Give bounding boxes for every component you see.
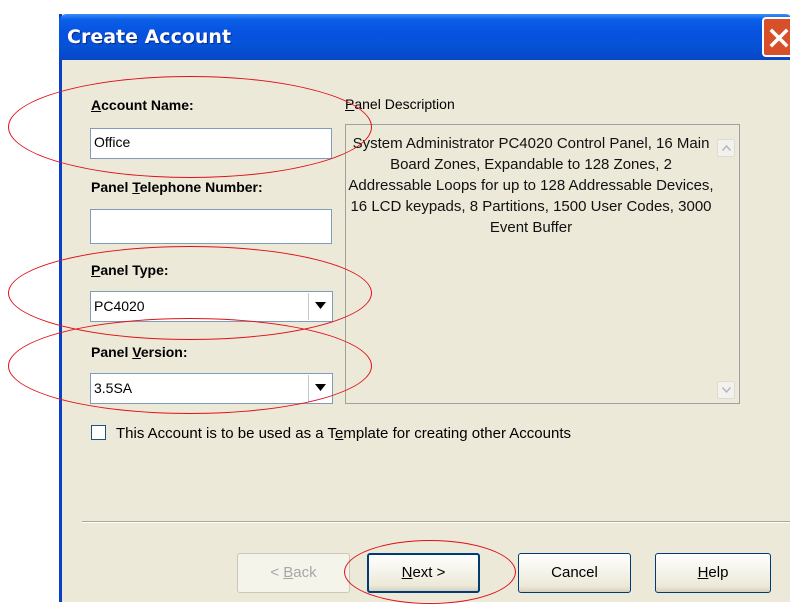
template-checkbox[interactable] bbox=[91, 425, 106, 440]
template-checkbox-label[interactable]: This Account is to be used as a Template… bbox=[116, 425, 571, 442]
phone-label: Panel Telephone Number: bbox=[91, 179, 263, 195]
cancel-button[interactable]: Cancel bbox=[518, 553, 631, 593]
panel-version-select[interactable]: 3.5SA bbox=[90, 373, 333, 404]
next-button[interactable]: Next > bbox=[367, 553, 480, 593]
account-name-input[interactable]: Office bbox=[90, 128, 332, 159]
panel-description-label: Panel Description bbox=[345, 96, 455, 112]
panel-version-dropdown-button[interactable] bbox=[308, 375, 331, 402]
panel-description-box[interactable]: System Administrator PC4020 Control Pane… bbox=[345, 124, 740, 404]
window-title: Create Account bbox=[67, 26, 232, 48]
panel-type-value: PC4020 bbox=[94, 298, 145, 314]
panel-type-dropdown-button[interactable] bbox=[308, 293, 331, 320]
panel-description-text: System Administrator PC4020 Control Pane… bbox=[348, 135, 714, 236]
account-name-label: Account Name: bbox=[91, 97, 194, 113]
scroll-down-button[interactable] bbox=[717, 381, 735, 399]
panel-version-value: 3.5SA bbox=[94, 380, 133, 396]
back-button[interactable]: < Back bbox=[237, 553, 350, 593]
panel-version-label: Panel Version: bbox=[91, 344, 188, 360]
help-button[interactable]: Help bbox=[655, 553, 771, 593]
dropdown-arrow-icon bbox=[315, 384, 326, 391]
description-scrollbar[interactable] bbox=[715, 127, 737, 401]
title-bar[interactable]: Create Account bbox=[59, 14, 790, 60]
button-separator bbox=[82, 521, 790, 523]
chevron-down-icon bbox=[722, 387, 731, 393]
scroll-up-button[interactable] bbox=[717, 139, 735, 157]
close-icon bbox=[769, 28, 789, 48]
dropdown-arrow-icon bbox=[315, 302, 326, 309]
panel-type-label: Panel Type: bbox=[91, 262, 169, 278]
chevron-up-icon bbox=[722, 145, 731, 151]
close-button[interactable] bbox=[762, 17, 790, 57]
panel-type-select[interactable]: PC4020 bbox=[90, 291, 333, 322]
phone-input[interactable] bbox=[90, 209, 332, 244]
